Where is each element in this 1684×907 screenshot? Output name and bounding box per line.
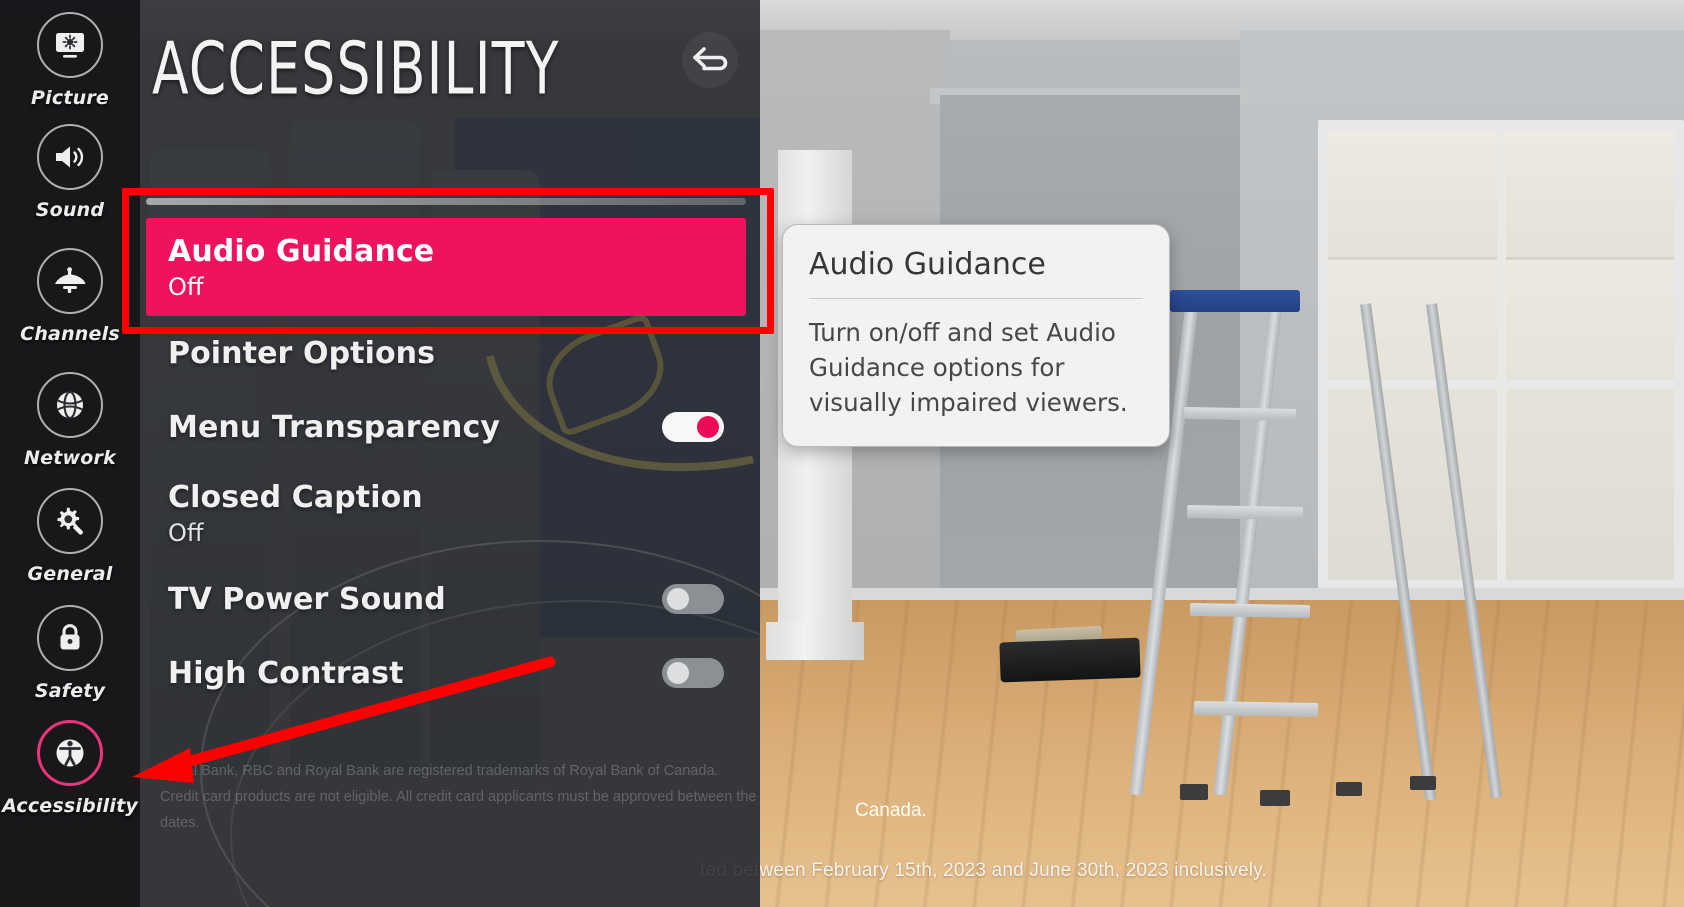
lock-icon (60, 624, 80, 650)
sidebar-item-label: Safety (34, 680, 106, 702)
setting-label: High Contrast (168, 655, 404, 691)
tooltip-description: Turn on/off and set Audio Guidance optio… (809, 318, 1128, 417)
setting-label: Closed Caption (168, 479, 423, 515)
setting-label: Pointer Options (168, 335, 436, 371)
satellite-dish-icon (55, 267, 86, 293)
sidebar-item-channels[interactable]: Channels (0, 248, 140, 345)
tooltip-divider (809, 298, 1143, 299)
sidebar-item-label: Sound (35, 199, 105, 221)
satellite-dish-icon-circle (37, 248, 103, 314)
settings-list: Audio Guidance Off Pointer Options Menu … (146, 218, 746, 710)
picture-icon (56, 33, 84, 58)
background-legal-text: ted between February 15th, 2023 and June… (700, 860, 1267, 881)
sidebar-item-network[interactable]: Network (0, 372, 140, 469)
sidebar-item-safety[interactable]: Safety (0, 605, 140, 702)
page-title: ACCESSIBILITY (152, 26, 560, 111)
info-tooltip: Audio Guidance Turn on/off and set Audio… (782, 224, 1170, 447)
setting-label: TV Power Sound (168, 581, 446, 617)
gear-wrench-icon-circle (37, 488, 103, 554)
high-contrast-toggle[interactable] (662, 658, 724, 688)
toggle-knob (667, 588, 689, 610)
sidebar-item-label: Network (24, 447, 116, 469)
menu-transparency-toggle[interactable] (662, 412, 724, 442)
speaker-icon (56, 146, 84, 168)
setting-value: Off (168, 518, 204, 547)
sidebar-item-label: Accessibility (2, 795, 138, 817)
sidebar-item-accessibility[interactable]: Accessibility (0, 720, 140, 817)
accessibility-icon (56, 739, 84, 767)
setting-row-pointer-options[interactable]: Pointer Options (146, 316, 746, 390)
window-mullion (1497, 130, 1506, 580)
sidebar-item-picture[interactable]: Picture (0, 12, 140, 109)
setting-row-audio-guidance[interactable]: Audio Guidance Off (146, 218, 746, 316)
ad-disclaimer-text: Royal Bank, RBC and Royal Bank are regis… (160, 763, 757, 831)
globe-icon-circle (37, 372, 103, 438)
sidebar-item-label: General (27, 563, 113, 585)
column-base (766, 622, 864, 660)
lock-icon-circle (37, 605, 103, 671)
sidebar-item-general[interactable]: General (0, 488, 140, 585)
setting-label: Menu Transparency (168, 409, 501, 445)
setting-row-menu-transparency[interactable]: Menu Transparency (146, 390, 746, 464)
tv-settings-screen: Canada. ted between February 15th, 2023 … (0, 0, 1684, 907)
picture-icon-circle (37, 12, 103, 78)
gear-wrench-icon (57, 507, 83, 535)
setting-row-tv-power-sound[interactable]: TV Power Sound (146, 562, 746, 636)
sidebar-item-label: Channels (20, 323, 120, 345)
sidebar-item-sound[interactable]: Sound (0, 124, 140, 221)
toggle-knob (667, 662, 689, 684)
accessibility-icon-circle (37, 720, 103, 786)
speaker-icon-circle (37, 124, 103, 190)
list-scroll-indicator[interactable] (146, 198, 746, 205)
tv-power-sound-toggle[interactable] (662, 584, 724, 614)
back-button[interactable] (682, 32, 738, 88)
setting-label: Audio Guidance (168, 233, 435, 269)
setting-value: Off (168, 272, 204, 301)
globe-icon (57, 390, 83, 420)
category-rail: Picture Sound Channels Network General S… (0, 0, 140, 907)
back-arrow-icon (693, 47, 728, 71)
tooltip-title: Audio Guidance (809, 247, 1046, 282)
toggle-knob (697, 416, 719, 438)
background-canada-text: Canada. (855, 800, 927, 821)
sidebar-item-label: Picture (31, 87, 109, 109)
setting-row-high-contrast[interactable]: High Contrast (146, 636, 746, 710)
setting-row-closed-caption[interactable]: Closed Caption Off (146, 464, 746, 562)
